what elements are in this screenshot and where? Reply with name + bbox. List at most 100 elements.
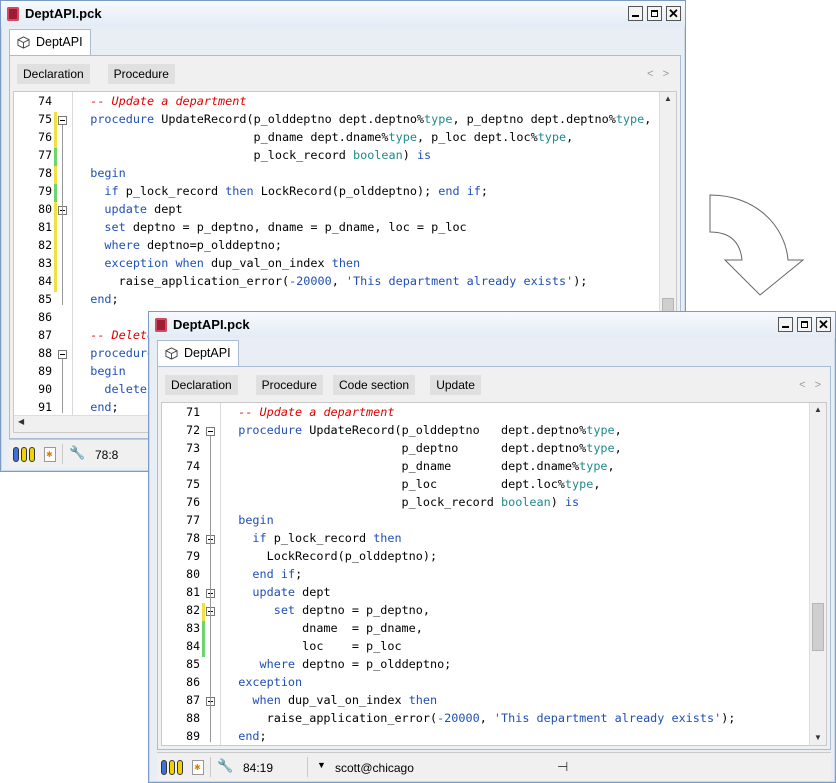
line-number: 76 (186, 495, 200, 509)
line-number: 79 (186, 549, 200, 563)
code-line[interactable]: exception (224, 675, 302, 689)
document-star-icon[interactable] (44, 447, 56, 462)
line-number: 81 (186, 585, 200, 599)
scroll-up-arrow[interactable]: ▲ (660, 92, 676, 106)
line-number: 79 (38, 184, 52, 198)
status-separator-2 (307, 757, 308, 777)
line-number: 90 (38, 382, 52, 396)
code-line[interactable]: p_lock_record boolean) is (76, 148, 432, 162)
code-line[interactable]: LockRecord(p_olddeptno); (224, 549, 437, 563)
minimize-button[interactable] (778, 317, 793, 332)
code-line[interactable]: end; (76, 292, 118, 306)
color-pill-yellow (169, 760, 175, 775)
nav-button-declaration[interactable]: Declaration (17, 64, 90, 84)
code-line[interactable]: procedure UpdateRecord(p_olddeptno dept.… (76, 112, 651, 126)
minimize-button[interactable] (628, 6, 643, 21)
connection-label[interactable]: scott@chicago (335, 761, 414, 775)
code-line[interactable]: p_lock_record boolean) is (224, 495, 580, 509)
code-line[interactable]: update dept (224, 585, 330, 599)
fold-toggle-icon[interactable] (58, 350, 67, 359)
status-separator (62, 444, 63, 464)
close-button[interactable]: ✕ (666, 6, 681, 21)
curved-arrow-down-icon (709, 194, 805, 296)
code-line[interactable]: raise_application_error(-20000, 'This de… (76, 274, 588, 288)
code-line[interactable]: p_dname dept.dname%type, (224, 459, 615, 473)
change-marker (54, 274, 57, 292)
line-number: 81 (38, 220, 52, 234)
code-line[interactable]: p_dname dept.dname%type, p_loc dept.loc%… (76, 130, 574, 144)
vertical-scrollbar[interactable]: ▲ ▼ (809, 403, 826, 745)
change-marker (54, 166, 57, 184)
code-line[interactable]: p_deptno dept.deptno%type, (224, 441, 622, 455)
line-number: 78 (38, 166, 52, 180)
scroll-down-arrow[interactable]: ▼ (810, 731, 826, 745)
maximize-button[interactable] (647, 6, 662, 21)
code-line[interactable]: set deptno = p_deptno, dname = p_dname, … (76, 220, 466, 234)
nav-button-procedure[interactable]: Procedure (107, 64, 175, 84)
code-line[interactable]: begin (76, 166, 126, 180)
dropdown-icon[interactable]: ▼ (317, 760, 326, 770)
code-line[interactable]: when dup_val_on_index then (224, 693, 437, 707)
close-button[interactable]: ✕ (816, 317, 831, 332)
color-pill-yellow-2 (177, 760, 183, 775)
code-line[interactable]: -- Update a department (224, 405, 394, 419)
front-code-editor[interactable]: 71 72 73 74 75 76 77 78 79 80 81 82 83 84 85 86 87 88 89 -… (161, 402, 827, 746)
code-line[interactable]: delete (76, 382, 147, 396)
nav-arrows[interactable]: < > (799, 379, 824, 391)
code-line[interactable]: end if; (224, 567, 302, 581)
code-line[interactable]: begin (76, 364, 126, 378)
code-line[interactable]: where deptno = p_olddeptno; (224, 657, 452, 671)
code-line[interactable]: where deptno=p_olddeptno; (76, 238, 282, 252)
line-number: 72 (186, 423, 200, 437)
tab-label: DeptAPI (36, 35, 83, 49)
back-titlebar[interactable]: DeptAPI.pck ✕ (1, 1, 685, 27)
scroll-thumb[interactable] (812, 603, 824, 651)
line-number: 77 (38, 148, 52, 162)
color-pills-icon[interactable] (13, 447, 19, 462)
code-line[interactable]: end; (224, 729, 266, 743)
document-star-icon[interactable] (192, 760, 204, 775)
pin-icon[interactable]: ⊣ (557, 759, 568, 775)
line-number: 88 (186, 711, 200, 725)
fold-toggle-icon[interactable] (206, 427, 215, 436)
code-line[interactable]: dname = p_dname, (224, 621, 423, 635)
code-line[interactable]: p_loc dept.loc%type, (224, 477, 601, 491)
tab-deptapi[interactable]: DeptAPI (157, 340, 239, 367)
code-line[interactable]: loc = p_loc (224, 639, 401, 653)
change-marker (202, 639, 205, 657)
nav-button-code-section[interactable]: Code section (333, 375, 416, 395)
line-number: 89 (38, 364, 52, 378)
code-line[interactable]: set deptno = p_deptno, (224, 603, 430, 617)
scroll-left-arrow[interactable]: ◀ (18, 417, 24, 426)
code-line[interactable]: if p_lock_record then LockRecord(p_oldde… (76, 184, 488, 198)
change-marker (54, 220, 57, 238)
nav-button-procedure[interactable]: Procedure (255, 375, 323, 395)
code-line[interactable]: if p_lock_record then (224, 531, 401, 545)
change-marker (202, 603, 205, 621)
wrench-icon[interactable]: 🔧 (217, 758, 233, 774)
code-line[interactable]: update dept (76, 202, 182, 216)
wrench-icon[interactable]: 🔧 (69, 445, 85, 461)
line-number: 73 (186, 441, 200, 455)
nav-button-update[interactable]: Update (430, 375, 481, 395)
maximize-button[interactable] (797, 317, 812, 332)
line-number: 85 (38, 292, 52, 306)
line-number: 83 (38, 256, 52, 270)
color-pills-icon[interactable] (161, 760, 167, 775)
nav-button-declaration[interactable]: Declaration (165, 375, 238, 395)
tab-deptapi[interactable]: DeptAPI (9, 29, 91, 56)
nav-arrows[interactable]: < > (647, 68, 672, 80)
code-line[interactable]: procedure UpdateRecord(p_olddeptno dept.… (224, 423, 622, 437)
code-line[interactable]: begin (224, 513, 274, 527)
change-marker (54, 112, 57, 130)
code-line[interactable]: raise_application_error(-20000, 'This de… (224, 711, 736, 725)
window-title: DeptAPI.pck (25, 6, 102, 21)
code-line[interactable]: end; (76, 400, 118, 414)
code-line[interactable]: -- Update a department (76, 94, 246, 108)
color-pill-yellow-2 (29, 447, 35, 462)
front-titlebar[interactable]: DeptAPI.pck ✕ (149, 312, 835, 338)
scroll-up-arrow[interactable]: ▲ (810, 403, 826, 417)
cube-icon (17, 36, 30, 49)
code-line[interactable]: exception when dup_val_on_index then (76, 256, 360, 270)
fold-toggle-icon[interactable] (58, 116, 67, 125)
